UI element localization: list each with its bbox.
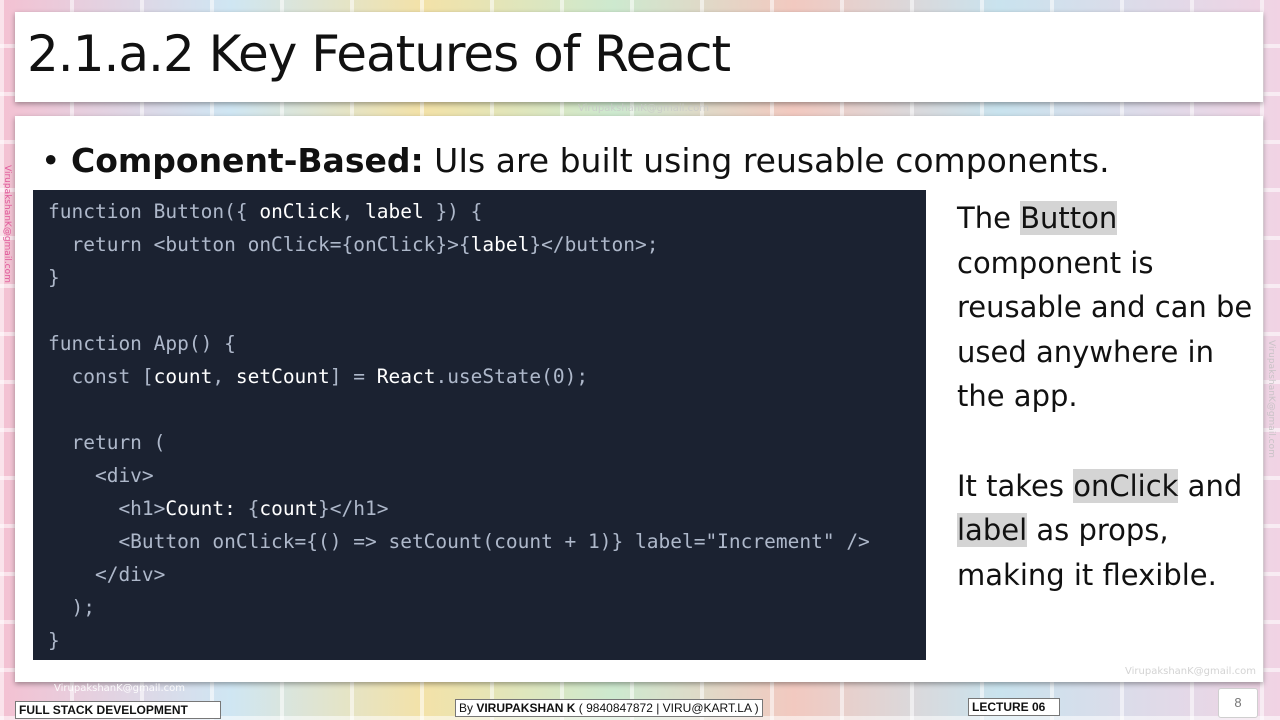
code-token: } (48, 629, 60, 652)
slide-title: 2.1.a.2 Key Features of React (27, 25, 731, 83)
code-token-highlight: onClick (259, 200, 342, 223)
explanation-text-span: and (1178, 468, 1243, 503)
code-token-highlight: setCount (235, 365, 330, 388)
code-line: function App() { (48, 332, 236, 355)
code-token: function App() { (48, 332, 236, 355)
code-token: <div> (48, 464, 154, 487)
bullet-heading: Component-Based: (71, 141, 424, 180)
highlight-label: label (957, 513, 1028, 547)
watermark-right: VirupakshanK@gmail.com (1266, 340, 1276, 458)
code-token: const [ (48, 365, 154, 388)
code-token: }</h1> (318, 497, 389, 520)
code-line: <Button onClick={() => setCount(count + … (48, 530, 870, 553)
footer-author: By VIRUPAKSHAN K ( 9840847872 | VIRU@KAR… (455, 699, 763, 717)
code-token-highlight: label (365, 200, 424, 223)
code-token-highlight: count (259, 497, 319, 520)
code-snippet: function Button({ onClick, label }) { re… (33, 190, 926, 660)
highlight-onclick: onClick (1073, 468, 1179, 503)
footer-author-name: VIRUPAKSHAN K (476, 701, 576, 715)
code-token-highlight: count (153, 365, 213, 388)
watermark-left: VirupakshanK@gmail.com (2, 165, 12, 283)
code-token: return ( (48, 431, 166, 454)
footer-author-prefix: By (459, 701, 477, 715)
code-line: } (48, 629, 60, 652)
code-token-highlight: Count: (165, 497, 236, 520)
code-token-highlight: React (376, 365, 436, 388)
page-number: 8 (1218, 688, 1258, 718)
code-token: <h1> (48, 497, 166, 520)
code-line: <div> (48, 464, 154, 487)
code-line: ); (48, 596, 95, 619)
footer-author-contact: ( 9840847872 | VIRU@KART.LA ) (575, 701, 759, 715)
explanation-text-span: The (957, 201, 1021, 235)
bullet-marker: • (41, 141, 61, 180)
code-line: return <button onClick={onClick}>{label}… (48, 233, 658, 256)
code-token-highlight: label (470, 233, 530, 256)
bullet-text: UIs are built using reusable components. (423, 141, 1110, 180)
code-line: const [count, setCount] = React.useState… (48, 365, 588, 388)
code-token: <Button onClick={() => setCount(count + … (48, 530, 870, 553)
code-token: </div> (48, 563, 166, 586)
code-line: function Button({ onClick, label }) { (48, 200, 482, 223)
code-token: ] = (329, 365, 377, 388)
title-panel: 2.1.a.2 Key Features of React (15, 12, 1263, 102)
watermark-top: VirupakshanK@gmail.com (578, 103, 709, 114)
footer-lecture: LECTURE 06 (968, 698, 1060, 716)
explanation-text-span: It takes (957, 468, 1074, 503)
code-token: } (48, 266, 60, 289)
code-line: <h1>Count: {count}</h1> (48, 497, 389, 520)
code-token: , (212, 365, 236, 388)
explanation-paragraph-1: The Button component is reusable and can… (957, 196, 1257, 419)
code-token: ); (48, 596, 95, 619)
content-panel: • Component-Based: UIs are built using re… (15, 116, 1263, 682)
code-token: }) { (423, 200, 483, 223)
code-token: .useState(0); (435, 365, 589, 388)
code-token: }</button>; (529, 233, 659, 256)
bullet-point: • Component-Based: UIs are built using re… (41, 140, 1110, 182)
code-line: } (48, 266, 60, 289)
code-token: return <button onClick={onClick}>{ (48, 233, 471, 256)
explanation-paragraph-2: It takes onClick and label as props, mak… (957, 464, 1257, 598)
code-token: function Button({ (48, 200, 260, 223)
footer-course: FULL STACK DEVELOPMENT (15, 701, 221, 719)
explanation-text: The Button component is reusable and can… (957, 196, 1257, 597)
code-token: { (235, 497, 260, 520)
code-token: , (341, 200, 365, 223)
code-line: return ( (48, 431, 165, 454)
watermark-bottom-left: VirupakshanK@gmail.com (54, 683, 185, 694)
explanation-text-span: component is reusable and can be used an… (957, 245, 1253, 414)
watermark-bottom-right: VirupakshanK@gmail.com (1125, 666, 1256, 677)
highlight-button: Button (1020, 201, 1118, 235)
code-text: function Button({ onClick, label }) { re… (48, 195, 870, 657)
code-line: </div> (48, 563, 165, 586)
